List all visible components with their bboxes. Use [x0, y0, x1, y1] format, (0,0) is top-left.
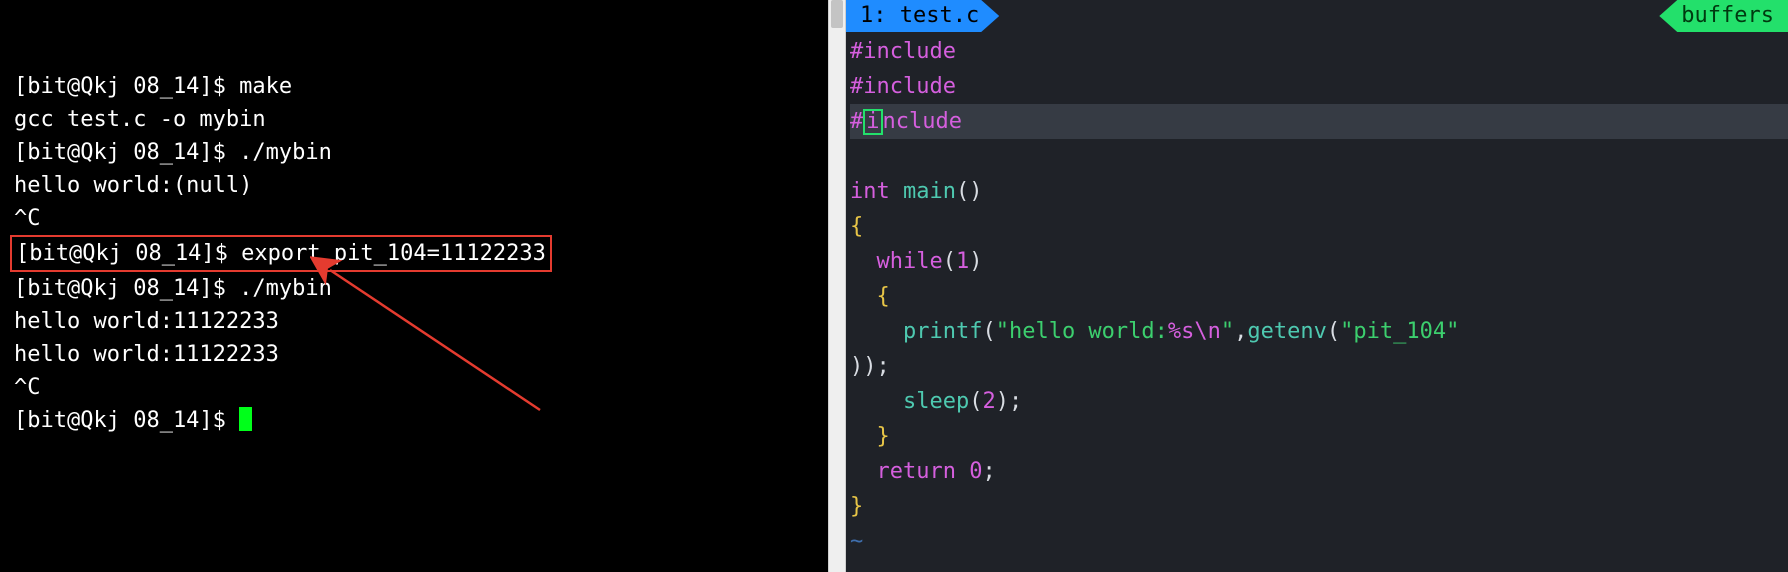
code-line: [850, 139, 1788, 174]
code-body[interactable]: #include #include #include int main(){ w…: [846, 32, 1788, 559]
code-line: }: [850, 419, 1788, 454]
code-line: return 0;: [850, 454, 1788, 489]
terminal-output-line: hello world:(null): [14, 169, 828, 202]
code-line: printf("hello world:%s\n",getenv("pit_10…: [850, 314, 1788, 349]
buffers-label: buffers: [1681, 3, 1774, 28]
tab-bar: 1: test.c buffers: [846, 0, 1788, 32]
terminal-pane[interactable]: [bit@Qkj 08_14]$ makegcc test.c -o mybin…: [0, 0, 828, 572]
shell-prompt: [bit@Qkj 08_14]$: [14, 408, 239, 433]
code-line: #include: [850, 104, 1788, 139]
terminal-scrollbar[interactable]: [828, 0, 846, 572]
code-line: ));: [850, 349, 1788, 384]
buffers-badge[interactable]: buffers: [1659, 0, 1788, 32]
editor-cursor: i: [863, 109, 882, 135]
terminal-command-line: [bit@Qkj 08_14]$ make: [14, 70, 828, 103]
terminal-output-line: hello world:11122233: [14, 338, 828, 371]
terminal-command-line: [bit@Qkj 08_14]$ ./mybin: [14, 272, 828, 305]
terminal-command-line: [bit@Qkj 08_14]$ ./mybin: [14, 136, 828, 169]
code-line: sleep(2);: [850, 384, 1788, 419]
shell-prompt: [bit@Qkj 08_14]$: [14, 74, 239, 99]
code-line: #include: [850, 69, 1788, 104]
editor-pane[interactable]: 1: test.c buffers #include #include #inc…: [846, 0, 1788, 572]
terminal-command-line: [bit@Qkj 08_14]$: [14, 404, 828, 437]
scrollbar-thumb[interactable]: [831, 0, 843, 28]
code-line: {: [850, 279, 1788, 314]
highlighted-command: [bit@Qkj 08_14]$ export pit_104=11122233: [10, 235, 552, 272]
code-line: while(1): [850, 244, 1788, 279]
terminal-command-line: [bit@Qkj 08_14]$ export pit_104=11122233: [14, 235, 828, 272]
root: [bit@Qkj 08_14]$ makegcc test.c -o mybin…: [0, 0, 1788, 572]
code-line: #include: [850, 34, 1788, 69]
terminal-output-line: ^C: [14, 371, 828, 404]
terminal-output-line: gcc test.c -o mybin: [14, 103, 828, 136]
empty-line-tilde: ~: [850, 524, 1788, 559]
terminal-output-line: ^C: [14, 202, 828, 235]
shell-prompt: [bit@Qkj 08_14]$: [14, 140, 239, 165]
tab-test-c[interactable]: 1: test.c: [846, 0, 999, 32]
code-line: int main(): [850, 174, 1788, 209]
terminal-output-line: hello world:11122233: [14, 305, 828, 338]
shell-prompt: [bit@Qkj 08_14]$: [14, 276, 239, 301]
shell-prompt: [bit@Qkj 08_14]$: [16, 241, 241, 266]
tab-label: 1: test.c: [860, 3, 979, 28]
code-line: {: [850, 209, 1788, 244]
code-line: }: [850, 489, 1788, 524]
terminal-cursor: [239, 407, 252, 431]
